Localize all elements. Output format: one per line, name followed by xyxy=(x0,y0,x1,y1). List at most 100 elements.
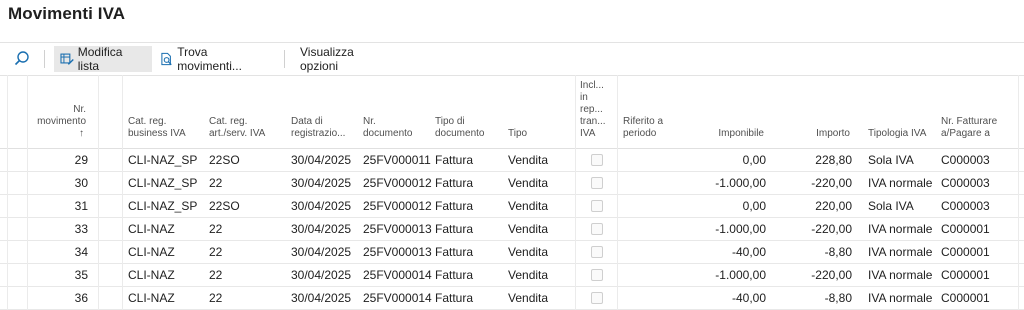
column-divider xyxy=(1018,75,1019,310)
prod-posting-group-cell: 22 xyxy=(209,245,223,259)
col-header-document-type[interactable]: Tipo di documento xyxy=(435,116,495,140)
posting-date-cell: 30/04/2025 xyxy=(291,268,352,282)
bill-to-pay-to-no-cell: C000003 xyxy=(941,153,990,167)
col-header-document-no[interactable]: Nr. documento xyxy=(363,116,423,140)
bill-to-pay-to-no-cell: C000003 xyxy=(941,176,990,190)
document-no-cell: 25FV000014 xyxy=(363,291,432,305)
vat-entries-grid: Nr. movimento ↑ Cat. reg. business IVA C… xyxy=(0,75,1024,310)
bill-to-pay-to-no-cell: C000003 xyxy=(941,199,990,213)
bill-to-pay-to-no-cell: C000001 xyxy=(941,245,990,259)
col-header-prod-posting-group[interactable]: Cat. reg. art./serv. IVA xyxy=(209,116,281,140)
table-row[interactable]: 33 CLI-NAZ 22 30/04/2025 25FV000013 Fattura Ve… xyxy=(0,218,1024,241)
table-row[interactable]: 35 CLI-NAZ 22 30/04/2025 25FV000014 Fattura Ve… xyxy=(0,264,1024,287)
posting-date-cell: 30/04/2025 xyxy=(291,222,352,236)
col-header-bill-to-pay-to-no[interactable]: Nr. Fatturare a/Pagare a xyxy=(941,116,1011,140)
document-no-cell: 25FV000012 xyxy=(363,199,432,213)
edit-list-button[interactable]: Modifica lista xyxy=(54,45,152,73)
vat-type-cell: IVA normale xyxy=(868,291,933,305)
bill-to-pay-to-no-cell: C000001 xyxy=(941,291,990,305)
vat-type-cell: IVA normale xyxy=(868,245,933,259)
posting-date-cell: 30/04/2025 xyxy=(291,153,352,167)
table-row[interactable]: 31 CLI-NAZ_SP 22SO 30/04/2025 25FV000012 Fatt… xyxy=(0,195,1024,218)
entry-no-cell: 34 xyxy=(74,245,88,259)
grid-rows: 29 CLI-NAZ_SP 22SO 30/04/2025 25FV000011 Fatt… xyxy=(0,149,1024,310)
prod-posting-group-cell: 22SO xyxy=(209,153,240,167)
find-entries-icon xyxy=(161,52,172,66)
type-cell: Vendita xyxy=(508,268,549,282)
grid-header: Nr. movimento ↑ Cat. reg. business IVA C… xyxy=(0,75,1024,149)
column-divider xyxy=(617,75,618,310)
entry-no-cell: 30 xyxy=(74,176,88,190)
col-header-posting-date[interactable]: Data di registrazio... xyxy=(291,116,357,140)
prod-posting-group-cell: 22SO xyxy=(209,199,240,213)
posting-date-cell: 30/04/2025 xyxy=(291,245,352,259)
bus-posting-group-cell: CLI-NAZ_SP xyxy=(128,153,198,167)
find-entries-button[interactable]: Trova movimenti... xyxy=(154,45,276,73)
document-type-cell: Fattura xyxy=(435,153,474,167)
vat-type-cell: Sola IVA xyxy=(868,153,914,167)
bill-to-pay-to-no-cell: C000001 xyxy=(941,222,990,236)
column-divider xyxy=(27,75,28,310)
document-type-cell: Fattura xyxy=(435,268,474,282)
incl-transaction-report-checkbox[interactable] xyxy=(591,292,603,304)
column-divider xyxy=(122,75,123,310)
toolbar-divider xyxy=(44,50,45,68)
column-divider xyxy=(575,75,576,310)
bus-posting-group-cell: CLI-NAZ xyxy=(128,245,175,259)
entry-no-cell: 35 xyxy=(74,268,88,282)
prod-posting-group-cell: 22 xyxy=(209,268,223,282)
base-cell: -40,00 xyxy=(731,245,766,259)
type-cell: Vendita xyxy=(508,245,549,259)
document-no-cell: 25FV000013 xyxy=(363,222,432,236)
amount-cell: -8,80 xyxy=(824,291,852,305)
col-header-vat-type[interactable]: Tipologia IVA xyxy=(868,128,928,140)
bus-posting-group-cell: CLI-NAZ xyxy=(128,268,175,282)
amount-cell: -220,00 xyxy=(811,176,852,190)
posting-date-cell: 30/04/2025 xyxy=(291,176,352,190)
action-bar: Modifica lista Trova movimenti... Visual… xyxy=(0,42,1024,76)
col-header-type[interactable]: Tipo xyxy=(508,128,548,140)
document-no-cell: 25FV000013 xyxy=(363,245,432,259)
col-header-period-reference[interactable]: Riferito a periodo xyxy=(623,116,683,140)
table-row[interactable]: 29 CLI-NAZ_SP 22SO 30/04/2025 25FV000011 Fatt… xyxy=(0,149,1024,172)
edit-list-label: Modifica lista xyxy=(77,45,123,73)
incl-transaction-report-checkbox[interactable] xyxy=(591,154,603,166)
type-cell: Vendita xyxy=(508,153,549,167)
entry-no-cell: 33 xyxy=(74,222,88,236)
vat-type-cell: Sola IVA xyxy=(868,199,914,213)
bus-posting-group-cell: CLI-NAZ xyxy=(128,291,175,305)
type-cell: Vendita xyxy=(508,291,549,305)
bus-posting-group-cell: CLI-NAZ_SP xyxy=(128,176,198,190)
posting-date-cell: 30/04/2025 xyxy=(291,199,352,213)
col-header-incl-transaction-report[interactable]: Incl... in rep... tran... IVA xyxy=(580,80,610,140)
table-row[interactable]: 36 CLI-NAZ 22 30/04/2025 25FV000014 Fattura Ve… xyxy=(0,287,1024,310)
entry-no-cell: 29 xyxy=(74,153,88,167)
vat-type-cell: IVA normale xyxy=(868,222,933,236)
amount-cell: -8,80 xyxy=(824,245,852,259)
find-entries-label: Trova movimenti... xyxy=(177,45,242,73)
search-icon[interactable] xyxy=(12,49,32,69)
vat-type-cell: IVA normale xyxy=(868,268,933,282)
toolbar-divider xyxy=(284,50,285,68)
prod-posting-group-cell: 22 xyxy=(209,222,223,236)
incl-transaction-report-checkbox[interactable] xyxy=(591,200,603,212)
document-no-cell: 25FV000011 xyxy=(363,153,431,167)
incl-transaction-report-checkbox[interactable] xyxy=(591,223,603,235)
col-header-bus-posting-group[interactable]: Cat. reg. business IVA xyxy=(128,116,198,140)
type-cell: Vendita xyxy=(508,222,549,236)
amount-cell: 220,00 xyxy=(815,199,852,213)
col-header-amount[interactable]: Importo xyxy=(790,128,850,140)
base-cell: -1.000,00 xyxy=(715,222,766,236)
table-row[interactable]: 30 CLI-NAZ_SP 22 30/04/2025 25FV000012 Fattur… xyxy=(0,172,1024,195)
bill-to-pay-to-no-cell: C000001 xyxy=(941,268,990,282)
view-options-button[interactable]: Visualizza opzioni xyxy=(294,45,394,73)
table-row[interactable]: 34 CLI-NAZ 22 30/04/2025 25FV000013 Fattura Ve… xyxy=(0,241,1024,264)
incl-transaction-report-checkbox[interactable] xyxy=(591,177,603,189)
col-header-entry-no[interactable]: Nr. movimento ↑ xyxy=(28,104,88,140)
document-type-cell: Fattura xyxy=(435,222,474,236)
prod-posting-group-cell: 22 xyxy=(209,176,223,190)
sort-ascending-icon: ↑ xyxy=(79,128,84,139)
col-header-base[interactable]: Imponibile xyxy=(698,128,764,140)
incl-transaction-report-checkbox[interactable] xyxy=(591,269,603,281)
incl-transaction-report-checkbox[interactable] xyxy=(591,246,603,258)
